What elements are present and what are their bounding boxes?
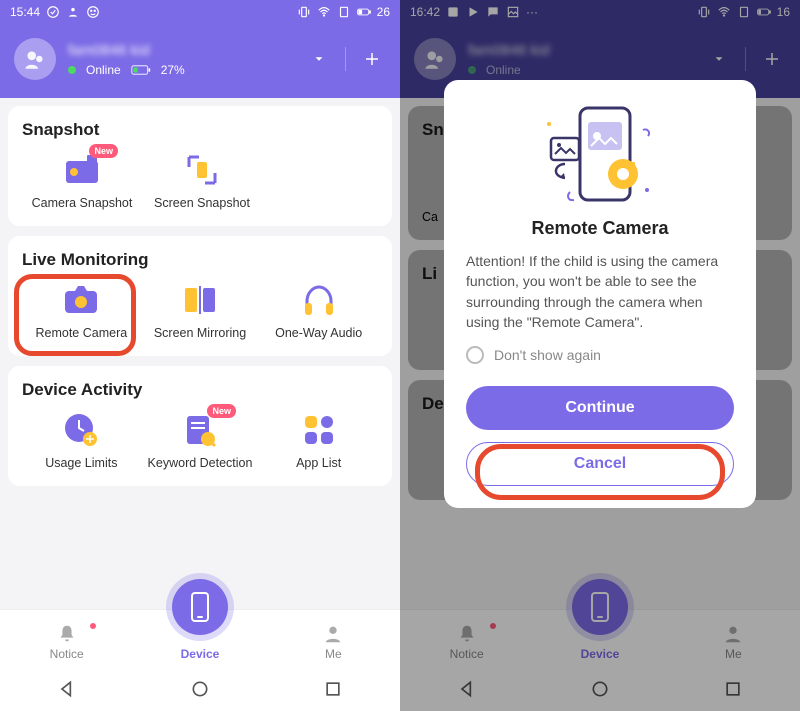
new-badge: New [89, 144, 118, 158]
person-icon [322, 623, 344, 645]
cancel-button[interactable]: Cancel [466, 442, 734, 486]
remote-camera-item[interactable]: Remote Camera [22, 280, 141, 340]
add-device-button[interactable] [358, 50, 386, 68]
tab-notice[interactable]: Notice [0, 623, 133, 667]
avatar[interactable] [14, 38, 56, 80]
dont-show-again-checkbox[interactable]: Don't show again [466, 346, 734, 364]
notification-dot-icon [90, 623, 96, 629]
headphones-icon [301, 283, 337, 317]
clock-icon [63, 412, 99, 448]
app-list-item[interactable]: App List [259, 410, 378, 470]
status-check-icon [46, 5, 60, 19]
sim-icon [337, 5, 351, 19]
battery-icon [357, 5, 371, 19]
status-battery-pct: 26 [377, 5, 390, 19]
modal-title: Remote Camera [466, 218, 734, 239]
tab-device[interactable]: Device [133, 579, 266, 667]
keyword-detection-label: Keyword Detection [148, 456, 253, 470]
snapshot-card: Snapshot New Camera Snapshot Screen Snap… [8, 106, 392, 226]
cancel-label: Cancel [574, 455, 626, 473]
apps-icon [303, 414, 335, 446]
status-face-icon [86, 5, 100, 19]
tab-device-label: Device [181, 647, 220, 661]
online-status: Online [86, 63, 121, 77]
dont-show-label: Don't show again [494, 347, 601, 363]
battery-small-icon [131, 64, 151, 76]
remote-camera-modal: Remote Camera Attention! If the child is… [444, 80, 756, 508]
screen-snapshot-label: Screen Snapshot [154, 196, 250, 210]
live-monitoring-card: Live Monitoring Remote Camera Screen Mir… [8, 236, 392, 356]
back-button[interactable] [57, 679, 77, 699]
keyword-detection-item[interactable]: New Keyword Detection [141, 410, 260, 470]
screen-mirroring-label: Screen Mirroring [154, 326, 246, 340]
camera-icon [63, 153, 101, 187]
user-name: fam0846 kid [68, 42, 293, 59]
chevron-down-icon [312, 52, 326, 66]
usage-limits-label: Usage Limits [45, 456, 117, 470]
live-title: Live Monitoring [22, 250, 378, 270]
screen-snapshot-icon [185, 153, 219, 187]
phone-icon [190, 592, 210, 622]
activity-title: Device Activity [22, 380, 378, 400]
bell-icon [56, 623, 78, 645]
wifi-icon [317, 5, 331, 19]
modal-body: Attention! If the child is using the cam… [466, 251, 734, 332]
device-battery-pct: 27% [161, 63, 185, 77]
continue-label: Continue [565, 399, 634, 417]
device-fab [172, 579, 228, 635]
remote-camera-label: Remote Camera [35, 326, 127, 340]
device-dropdown[interactable] [305, 52, 333, 66]
continue-button[interactable]: Continue [466, 386, 734, 430]
tab-me[interactable]: Me [267, 623, 400, 667]
modal-illustration [466, 100, 734, 210]
snapshot-title: Snapshot [22, 120, 378, 140]
one-way-audio-label: One-Way Audio [275, 326, 362, 340]
home-button[interactable] [190, 679, 210, 699]
vibrate-icon [297, 5, 311, 19]
recents-button[interactable] [323, 679, 343, 699]
remote-camera-icon [61, 283, 101, 317]
tab-me-label: Me [325, 647, 342, 661]
screen-snapshot-item[interactable]: Screen Snapshot [142, 150, 262, 210]
usage-limits-item[interactable]: Usage Limits [22, 410, 141, 470]
checkbox-circle-icon [466, 346, 484, 364]
status-bar: 15:44 26 [0, 0, 400, 24]
header-divider [345, 47, 346, 71]
one-way-audio-item[interactable]: One-Way Audio [259, 280, 378, 340]
bottom-nav: Notice Device Me [0, 609, 400, 667]
tab-notice-label: Notice [50, 647, 84, 661]
status-time: 15:44 [10, 5, 40, 19]
device-activity-card: Device Activity Usage Limits New Keyword… [8, 366, 392, 486]
camera-snapshot-item[interactable]: New Camera Snapshot [22, 150, 142, 210]
new-badge: New [207, 404, 236, 418]
android-nav [0, 667, 400, 711]
app-list-label: App List [296, 456, 341, 470]
mirror-icon [182, 283, 218, 317]
plus-icon [363, 50, 381, 68]
screen-mirroring-item[interactable]: Screen Mirroring [141, 280, 260, 340]
camera-snapshot-label: Camera Snapshot [32, 196, 133, 210]
status-user-icon [66, 5, 80, 19]
online-dot-icon [68, 66, 76, 74]
header: fam0846 kid Online 27% [0, 24, 400, 98]
